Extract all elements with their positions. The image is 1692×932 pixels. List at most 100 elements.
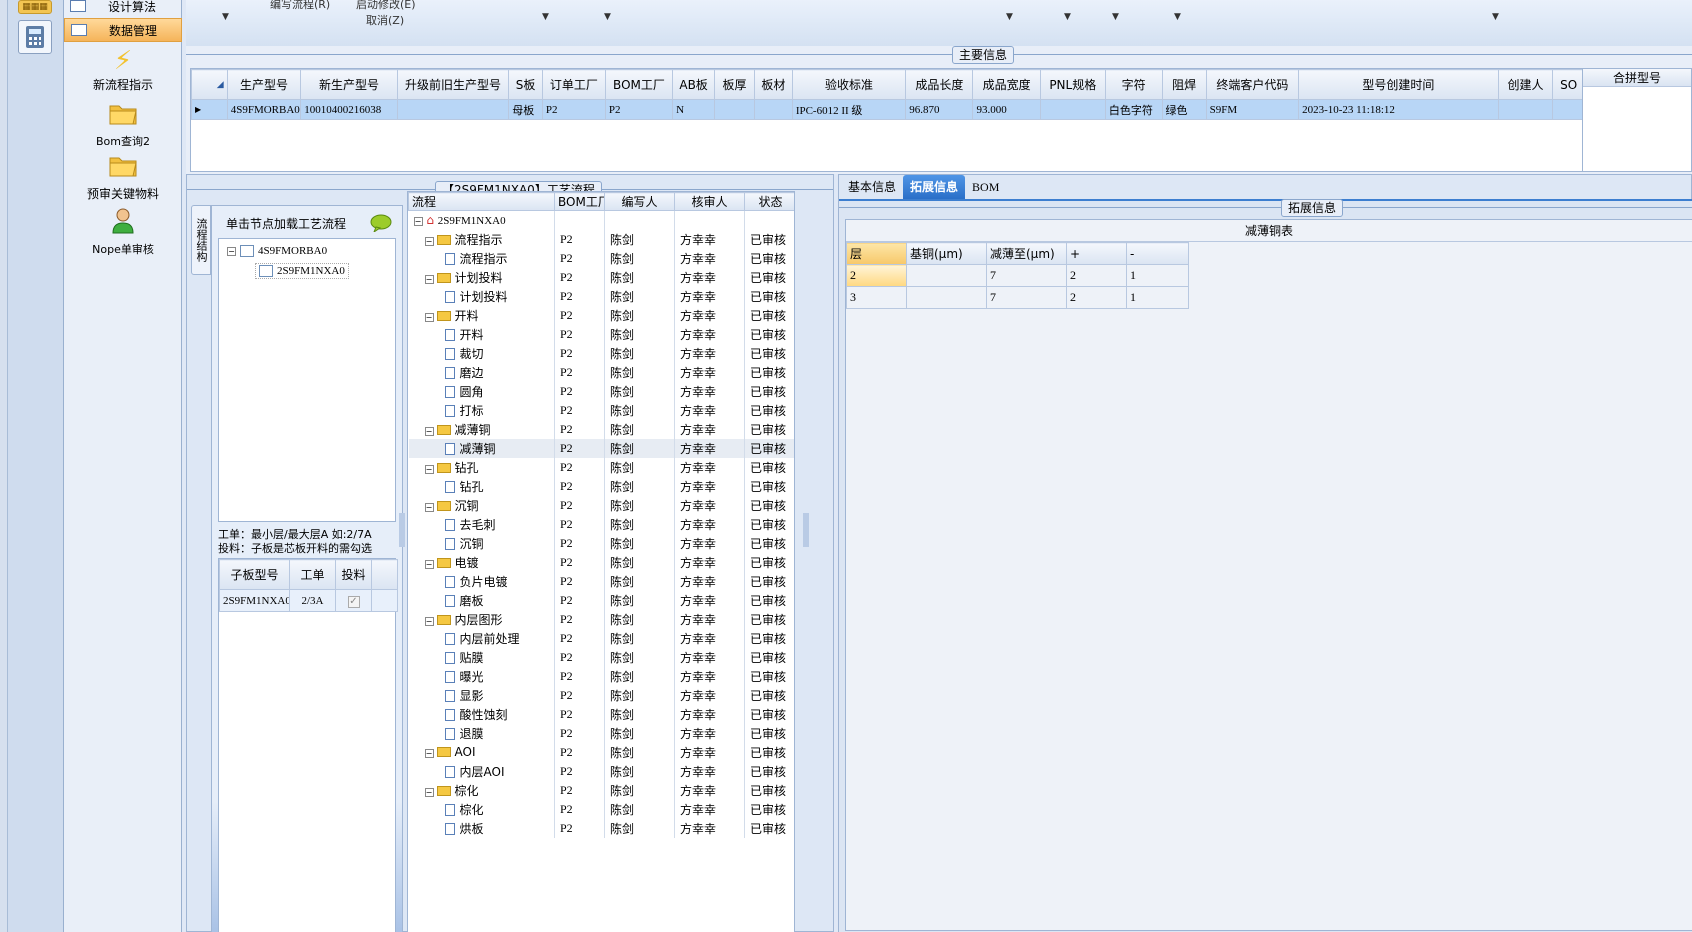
flow-row[interactable]: − AOI P2 陈剑 方幸幸 已审核 bbox=[408, 742, 794, 762]
column-header[interactable]: 新生产型号 bbox=[300, 69, 398, 100]
column-header[interactable]: 状态 bbox=[744, 192, 794, 211]
column-header[interactable]: 创建人 bbox=[1497, 69, 1554, 100]
collapse-icon[interactable]: − bbox=[424, 559, 434, 569]
cell[interactable] bbox=[396, 99, 510, 120]
toolbar-item-write-process[interactable]: 编写流程(R) bbox=[270, 0, 330, 12]
cell[interactable] bbox=[906, 264, 987, 287]
column-header[interactable]: SO bbox=[1552, 69, 1583, 100]
flow-row[interactable]: − 流程指示 P2 陈剑 方幸幸 已审核 bbox=[408, 229, 794, 249]
cell[interactable]: IPC-6012 II 级 bbox=[791, 99, 907, 120]
cell[interactable]: 7 bbox=[986, 286, 1067, 309]
cell[interactable] bbox=[1497, 99, 1554, 120]
splitter-handle[interactable] bbox=[803, 513, 809, 547]
flow-row[interactable]: 烘板 P2 陈剑 方幸幸 已审核 bbox=[408, 818, 794, 838]
cell[interactable]: 2023-10-23 11:18:12 bbox=[1298, 99, 1499, 120]
dropdown-caret-icon[interactable]: ▼ bbox=[1006, 12, 1013, 22]
flow-row[interactable]: 棕化 P2 陈剑 方幸幸 已审核 bbox=[408, 799, 794, 819]
collapse-icon[interactable]: − bbox=[424, 502, 434, 512]
nav-prereview-material[interactable]: 预审关键物料 bbox=[64, 152, 182, 202]
cell[interactable]: P2 bbox=[604, 99, 674, 120]
cell[interactable]: 93.000 bbox=[972, 99, 1041, 120]
flow-row[interactable]: 酸性蚀刻 P2 陈剑 方幸幸 已审核 bbox=[408, 704, 794, 724]
material-checkbox[interactable]: ✓ bbox=[335, 589, 372, 612]
column-header[interactable]: 成品宽度 bbox=[972, 69, 1041, 100]
cell[interactable]: S9FM bbox=[1205, 99, 1300, 120]
collapse-icon[interactable]: − bbox=[424, 749, 434, 758]
cell[interactable]: 1 bbox=[1126, 264, 1189, 287]
cell[interactable]: 3 bbox=[846, 286, 907, 309]
collapse-icon[interactable]: − bbox=[424, 274, 434, 284]
column-header[interactable]: 投料 bbox=[335, 559, 372, 590]
nav-item-data-management[interactable]: 数据管理 bbox=[64, 18, 182, 42]
splitter-handle[interactable] bbox=[399, 513, 405, 547]
column-header[interactable]: 子板型号 bbox=[219, 559, 290, 590]
nav-nope-review[interactable]: Nope单审核 bbox=[64, 206, 182, 257]
cell[interactable]: 7 bbox=[986, 264, 1067, 287]
dropdown-caret-icon[interactable]: ▼ bbox=[1064, 12, 1071, 22]
dropdown-caret-icon[interactable]: ▼ bbox=[222, 12, 229, 22]
column-header[interactable]: PNL规格 bbox=[1039, 69, 1106, 100]
tab-extended-info[interactable]: 拓展信息 bbox=[903, 175, 966, 199]
flow-row[interactable]: 开料 P2 陈剑 方幸幸 已审核 bbox=[408, 324, 794, 344]
flow-row[interactable]: − 沉铜 P2 陈剑 方幸幸 已审核 bbox=[408, 495, 794, 515]
column-header[interactable]: + bbox=[1066, 242, 1127, 265]
flow-row[interactable]: 内层AOI P2 陈剑 方幸幸 已审核 bbox=[408, 761, 794, 781]
column-header[interactable]: 板厚 bbox=[714, 69, 755, 100]
flow-row[interactable]: − 计划投料 P2 陈剑 方幸幸 已审核 bbox=[408, 267, 794, 287]
column-header[interactable]: 订单工厂 bbox=[541, 69, 606, 100]
flow-row[interactable]: 显影 P2 陈剑 方幸幸 已审核 bbox=[408, 685, 794, 705]
column-header[interactable]: 层 bbox=[846, 242, 907, 265]
table-row[interactable]: 2 7 2 1 bbox=[846, 264, 1189, 287]
column-header[interactable]: 生产型号 bbox=[226, 69, 302, 100]
table-row[interactable]: 2S9FM1NXA0 2/3A ✓ bbox=[219, 589, 398, 612]
column-header[interactable]: 减薄至(μm) bbox=[986, 242, 1067, 265]
chat-bubble-icon[interactable] bbox=[370, 214, 392, 235]
tree-node-child[interactable]: 2S9FM1NXA0 bbox=[255, 263, 349, 279]
flow-row[interactable]: 曝光 P2 陈剑 方幸幸 已审核 bbox=[408, 666, 794, 686]
nav-bom-query[interactable]: Bom查询2 bbox=[64, 100, 182, 149]
calendar-icon[interactable]: ▦▦▦ bbox=[18, 0, 52, 14]
flow-row[interactable]: 减薄铜 P2 陈剑 方幸幸 已审核 bbox=[408, 438, 794, 458]
corner-cell[interactable]: ◢ bbox=[191, 69, 228, 100]
toolbar-item-start-edit[interactable]: 启动修改(E) bbox=[356, 0, 416, 12]
cell[interactable]: 2/3A bbox=[289, 589, 336, 612]
collapse-icon[interactable]: − bbox=[424, 787, 434, 797]
column-header[interactable]: - bbox=[1126, 242, 1189, 265]
cell[interactable] bbox=[1552, 99, 1583, 120]
column-header[interactable]: 工单 bbox=[289, 559, 336, 590]
flow-row[interactable]: − 钻孔 P2 陈剑 方幸幸 已审核 bbox=[408, 457, 794, 477]
cell[interactable]: N bbox=[672, 99, 716, 120]
cell[interactable]: 母板 bbox=[508, 99, 543, 120]
toolbar-item-cancel[interactable]: 取消(Z) bbox=[366, 12, 404, 28]
nav-new-process[interactable]: ⚡ 新流程指示 bbox=[64, 46, 182, 93]
column-header[interactable]: BOM工厂 bbox=[554, 192, 605, 211]
column-header[interactable]: 型号创建时间 bbox=[1298, 69, 1499, 100]
flow-row[interactable]: 打标 P2 陈剑 方幸幸 已审核 bbox=[408, 400, 794, 420]
column-header[interactable]: BOM工厂 bbox=[604, 69, 674, 100]
cell[interactable] bbox=[754, 99, 793, 120]
cell[interactable]: 白色字符 bbox=[1104, 99, 1163, 120]
dropdown-caret-icon[interactable]: ▼ bbox=[1174, 12, 1181, 22]
column-header[interactable]: 合拼型号 bbox=[1583, 69, 1691, 87]
cell[interactable]: 2 bbox=[1066, 264, 1127, 287]
calculator-icon[interactable] bbox=[18, 20, 52, 54]
flow-row[interactable]: 磨板 P2 陈剑 方幸幸 已审核 bbox=[408, 590, 794, 610]
column-header[interactable]: 字符 bbox=[1104, 69, 1163, 100]
flow-row[interactable]: − 开料 P2 陈剑 方幸幸 已审核 bbox=[408, 305, 794, 325]
table-row[interactable]: ▶ 4S9FMORBA0 10010400216038 母板 P2 P2 N I… bbox=[191, 99, 1583, 120]
vertical-tab-structure[interactable]: 流程结构 bbox=[191, 205, 211, 275]
flow-row[interactable]: 流程指示 P2 陈剑 方幸幸 已审核 bbox=[408, 248, 794, 268]
cell[interactable]: 绿色 bbox=[1161, 99, 1207, 120]
column-header[interactable]: 流程 bbox=[408, 192, 555, 211]
column-header[interactable]: 成品长度 bbox=[905, 69, 974, 100]
flow-row[interactable]: 去毛刺 P2 陈剑 方幸幸 已审核 bbox=[408, 514, 794, 534]
nav-item-design-algorithm[interactable]: 设计算法 bbox=[64, 0, 182, 18]
column-header[interactable]: AB板 bbox=[672, 69, 716, 100]
cell[interactable]: 2 bbox=[846, 264, 907, 287]
flow-row[interactable]: 内层前处理 P2 陈剑 方幸幸 已审核 bbox=[408, 628, 794, 648]
flow-row[interactable]: 贴膜 P2 陈剑 方幸幸 已审核 bbox=[408, 647, 794, 667]
dropdown-caret-icon[interactable]: ▼ bbox=[604, 12, 611, 22]
dropdown-caret-icon[interactable]: ▼ bbox=[542, 12, 549, 22]
collapse-icon[interactable]: − bbox=[227, 246, 236, 256]
cell[interactable]: 1 bbox=[1126, 286, 1189, 309]
